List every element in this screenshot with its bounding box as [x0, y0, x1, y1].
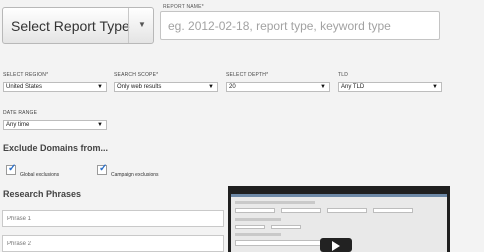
mini-checkbox: [235, 225, 265, 229]
mini-field: [327, 208, 367, 213]
dropdown-arrow-icon: ▼: [320, 84, 326, 90]
report-type-divider: [128, 8, 129, 43]
play-icon: [332, 241, 340, 251]
tld-label: TLD: [338, 72, 349, 78]
exclude-domains-title: Exclude Domains from...: [3, 143, 109, 153]
tld-value: Any TLD: [341, 84, 365, 90]
checkmark-icon: ✓: [99, 163, 108, 174]
date-range-label: DATE RANGE: [3, 110, 38, 116]
tld-dropdown[interactable]: Any TLD ▼: [338, 82, 442, 92]
select-region-value: United States: [6, 84, 43, 90]
report-name-label: REPORT NAME*: [163, 4, 204, 10]
report-type-label: Select Report Type: [11, 18, 130, 34]
global-exclusions-label: Global exclusions: [20, 172, 60, 178]
mini-checkbox: [271, 225, 301, 229]
checkmark-icon: ✓: [8, 163, 17, 174]
select-depth-label: SELECT DEPTH*: [226, 72, 269, 78]
mini-field: [235, 208, 275, 213]
global-exclusions-checkbox[interactable]: ✓: [6, 163, 17, 175]
mini-heading: [235, 218, 281, 221]
select-region-dropdown[interactable]: United States ▼: [3, 82, 107, 92]
date-range-value: Any time: [6, 122, 30, 128]
search-scope-dropdown[interactable]: Only web results ▼: [114, 82, 218, 92]
mini-field: [281, 208, 321, 213]
report-type-select[interactable]: Select Report Type ▼: [2, 7, 154, 44]
select-depth-value: 20: [229, 84, 236, 90]
mini-field: [373, 208, 413, 213]
report-name-input[interactable]: [160, 11, 440, 40]
dropdown-arrow-icon: ▼: [432, 84, 438, 90]
search-scope-label: SEARCH SCOPE*: [114, 72, 159, 78]
play-button[interactable]: [320, 238, 352, 252]
search-scope-value: Only web results: [117, 84, 162, 90]
research-phrases-title: Research Phrases: [3, 189, 82, 199]
dropdown-arrow-icon: ▼: [208, 84, 214, 90]
select-depth-dropdown[interactable]: 20 ▼: [226, 82, 330, 92]
tutorial-video[interactable]: [228, 186, 450, 252]
dropdown-arrow-icon: ▼: [138, 20, 146, 29]
dropdown-arrow-icon: ▼: [97, 122, 103, 128]
campaign-exclusions-checkbox[interactable]: ✓: [97, 163, 108, 175]
dropdown-arrow-icon: ▼: [97, 84, 103, 90]
campaign-exclusions-label: Campaign exclusions: [111, 172, 159, 178]
date-range-dropdown[interactable]: Any time ▼: [3, 120, 107, 130]
mini-heading: [235, 233, 281, 236]
phrase-2-input[interactable]: [2, 235, 224, 252]
select-region-label: SELECT REGION*: [3, 72, 49, 78]
mini-toolbar: [235, 201, 315, 204]
phrase-1-input[interactable]: [2, 210, 224, 227]
